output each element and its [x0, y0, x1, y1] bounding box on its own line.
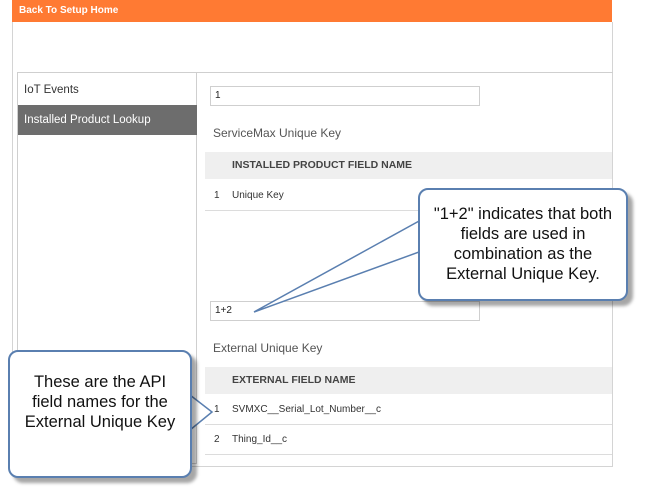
field-name: Unique Key	[232, 190, 284, 201]
table-row: 2 Thing_Id__c	[205, 425, 612, 455]
sidebar-item-installed-product-lookup[interactable]: Installed Product Lookup	[18, 105, 197, 135]
installed-product-field-name-header: INSTALLED PRODUCT FIELD NAME	[205, 152, 612, 179]
sidebar-item-iot-events[interactable]: IoT Events	[18, 75, 197, 105]
servicemax-unique-key-title: ServiceMax Unique Key	[213, 126, 342, 140]
field-name: Thing_Id__c	[232, 434, 288, 445]
field-name: SVMXC__Serial_Lot_Number__c	[232, 404, 381, 415]
combination-note-callout: "1+2" indicates that both fields are use…	[418, 188, 628, 301]
api-names-note-callout: These are the API field names for the Ex…	[8, 350, 192, 478]
external-unique-key-title: External Unique Key	[213, 341, 323, 355]
top-bar: Back To Setup Home	[12, 0, 612, 22]
external-key-expression-input[interactable]: 1+2	[210, 301, 480, 321]
table-row: 1 SVMXC__Serial_Lot_Number__c	[205, 395, 612, 425]
row-number: 2	[214, 434, 220, 445]
row-number: 1	[214, 404, 220, 415]
external-field-name-header: EXTERNAL FIELD NAME	[205, 367, 612, 394]
servicemax-key-expression-input[interactable]: 1	[210, 86, 480, 106]
row-number: 1	[214, 190, 220, 201]
back-to-setup-home-link[interactable]: Back To Setup Home	[19, 5, 118, 16]
